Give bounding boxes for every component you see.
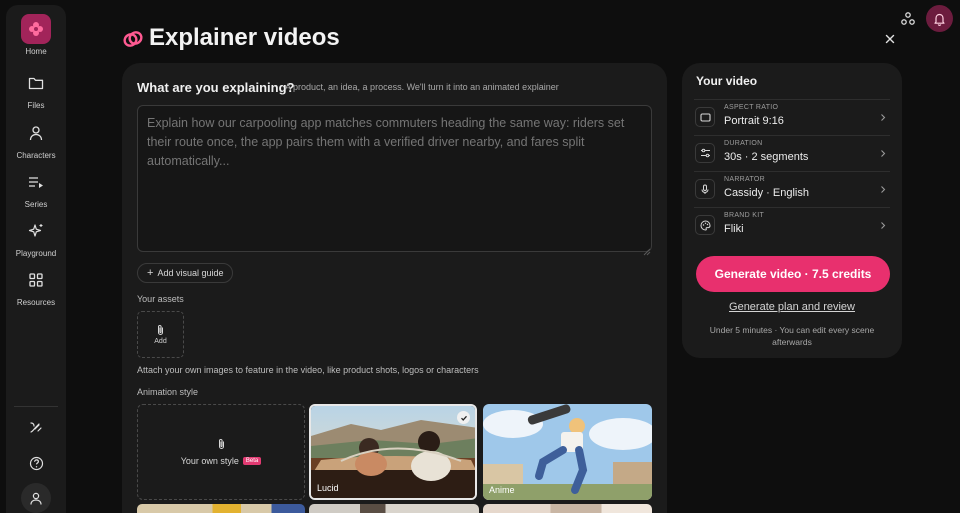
user-icon[interactable] bbox=[21, 483, 51, 513]
sidebar-item-resources[interactable]: Resources bbox=[6, 265, 66, 307]
close-button[interactable] bbox=[883, 32, 897, 46]
style-card-own[interactable]: Your own style Beta bbox=[137, 404, 305, 500]
setting-value: Portrait 9:16 bbox=[724, 115, 784, 127]
chevron-right-icon bbox=[881, 222, 886, 229]
style-card-label: Your own style bbox=[180, 456, 239, 466]
notifications-button[interactable] bbox=[926, 5, 953, 32]
sidebar-item-label: Files bbox=[27, 101, 45, 110]
style-card-label: Anime bbox=[489, 485, 515, 495]
style-card-lucid[interactable]: Lucid bbox=[309, 404, 477, 500]
page-title: Explainer videos bbox=[149, 24, 340, 51]
add-visual-guide-button[interactable]: + Add visual guide bbox=[137, 263, 234, 283]
setting-value: Cassidy · English bbox=[724, 187, 809, 199]
style-card-peek[interactable] bbox=[309, 504, 479, 513]
close-icon bbox=[885, 34, 895, 44]
generation-note: Under 5 minutes · You can edit every sce… bbox=[709, 325, 875, 347]
sidebar-item-label: Playground bbox=[15, 249, 57, 258]
playlist-icon bbox=[21, 167, 51, 197]
setting-aspect-ratio[interactable]: ASPECT RATIO Portrait 9:16 bbox=[694, 99, 890, 135]
chevron-right-icon bbox=[881, 186, 886, 193]
setting-key: ASPECT RATIO bbox=[724, 104, 779, 111]
sidebar-item-playground[interactable]: Playground bbox=[6, 216, 66, 258]
rectangle-icon bbox=[695, 107, 715, 127]
add-visual-guide-label: Add visual guide bbox=[157, 268, 224, 278]
add-asset-button[interactable]: Add bbox=[137, 311, 184, 358]
sidebar-item-files[interactable]: Files bbox=[6, 68, 66, 110]
brush-icon[interactable] bbox=[21, 412, 51, 442]
setting-key: NARRATOR bbox=[724, 176, 766, 183]
sidebar: Home Files Characters Series Playground … bbox=[6, 5, 66, 513]
explainer-form-panel: What are you explaining? A product, an i… bbox=[122, 63, 667, 513]
add-asset-label: Add bbox=[154, 338, 167, 345]
sliders-icon bbox=[695, 143, 715, 163]
style-card-peek[interactable] bbox=[137, 504, 305, 513]
setting-narrator[interactable]: NARRATOR Cassidy · English bbox=[694, 171, 890, 207]
folder-icon bbox=[21, 68, 51, 98]
beta-badge: Beta bbox=[242, 457, 262, 465]
apps-icon[interactable] bbox=[899, 10, 917, 28]
sidebar-item-series[interactable]: Series bbox=[6, 167, 66, 209]
setting-value: Fliki bbox=[724, 223, 744, 235]
setting-brand-kit[interactable]: BRAND KIT Fliki bbox=[694, 207, 890, 243]
sidebar-item-home[interactable]: Home bbox=[6, 14, 66, 56]
style-card-anime[interactable]: Anime bbox=[483, 404, 652, 500]
sidebar-item-label: Series bbox=[24, 200, 48, 209]
microphone-icon bbox=[695, 179, 715, 199]
paperclip-icon bbox=[158, 325, 163, 335]
selected-check-icon bbox=[457, 411, 470, 424]
grid-icon bbox=[21, 265, 51, 295]
assets-hint: Attach your own images to feature in the… bbox=[137, 365, 479, 375]
person-icon bbox=[21, 118, 51, 148]
sidebar-item-label: Home bbox=[25, 47, 47, 56]
style-card-label: Lucid bbox=[317, 483, 339, 493]
sidebar-item-label: Characters bbox=[16, 151, 56, 160]
video-settings-panel: Your video ASPECT RATIO Portrait 9:16 DU… bbox=[682, 63, 902, 358]
help-icon[interactable] bbox=[21, 448, 51, 478]
setting-key: DURATION bbox=[724, 140, 763, 147]
flower-icon bbox=[21, 14, 51, 44]
prompt-input[interactable] bbox=[137, 105, 652, 252]
explainer-logo-icon bbox=[122, 28, 144, 55]
style-card-peek[interactable] bbox=[483, 504, 652, 513]
generate-plan-link[interactable]: Generate plan and review bbox=[682, 301, 902, 313]
sidebar-divider bbox=[14, 406, 58, 407]
setting-value: 30s · 2 segments bbox=[724, 151, 809, 163]
bell-icon bbox=[934, 13, 945, 26]
setting-duration[interactable]: DURATION 30s · 2 segments bbox=[694, 135, 890, 171]
chevron-right-icon bbox=[881, 114, 886, 121]
palette-icon bbox=[695, 215, 715, 235]
plus-icon: + bbox=[147, 266, 154, 279]
question-hint: A product, an idea, a process. We'll tur… bbox=[285, 82, 559, 92]
paperclip-icon bbox=[218, 439, 224, 449]
side-title: Your video bbox=[696, 74, 758, 88]
chevron-right-icon bbox=[881, 150, 886, 157]
question-heading: What are you explaining? bbox=[137, 80, 295, 95]
sparkle-icon bbox=[21, 216, 51, 246]
sidebar-item-characters[interactable]: Characters bbox=[6, 118, 66, 160]
assets-label: Your assets bbox=[137, 294, 184, 304]
animation-style-label: Animation style bbox=[137, 387, 199, 397]
setting-key: BRAND KIT bbox=[724, 212, 765, 219]
resize-handle-icon[interactable] bbox=[643, 243, 651, 256]
generate-video-button[interactable]: Generate video · 7.5 credits bbox=[696, 256, 890, 292]
sidebar-item-label: Resources bbox=[16, 298, 56, 307]
